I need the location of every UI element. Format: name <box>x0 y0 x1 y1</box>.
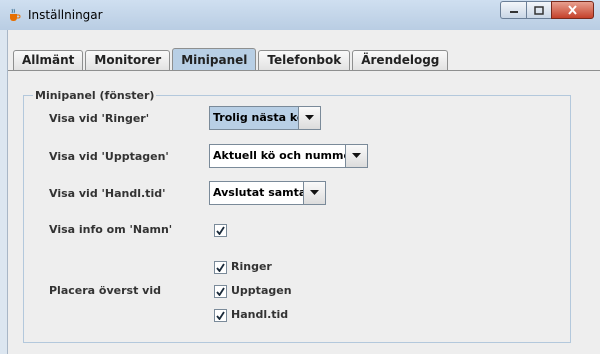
check-icon <box>216 287 225 296</box>
group-title: Minipanel (fönster) <box>33 89 157 102</box>
dropdown-arrow[interactable] <box>345 145 367 167</box>
checkbox-handltid-label[interactable]: Handl.tid <box>231 308 288 321</box>
dialog-body: Allmänt Monitorer Minipanel Telefonbok Ä… <box>7 30 600 354</box>
checkbox-upptagen[interactable] <box>214 285 227 298</box>
label-info-namn: Visa info om 'Namn' <box>49 223 173 236</box>
select-ringer[interactable]: Trolig nästa kö <box>209 106 321 130</box>
close-icon <box>568 5 577 15</box>
checkbox-ringer-label[interactable]: Ringer <box>231 260 272 273</box>
dropdown-arrow[interactable] <box>303 182 325 204</box>
checkbox-ringer[interactable] <box>214 261 227 274</box>
check-icon <box>216 263 225 272</box>
label-ringer: Visa vid 'Ringer' <box>49 112 150 125</box>
select-upptagen-value: Aktuell kö och nummer <box>213 149 345 162</box>
tab-arendelogg[interactable]: Ärendelogg <box>352 50 449 70</box>
title-bar: Inställningar <box>0 0 600 30</box>
chevron-down-icon <box>305 115 314 120</box>
group-minipanel <box>23 95 571 343</box>
select-ringer-value: Trolig nästa kö <box>210 107 298 129</box>
tab-panel-minipanel: Minipanel (fönster) Visa vid 'Ringer' Tr… <box>9 71 600 354</box>
java-cup-icon <box>10 8 21 21</box>
chevron-down-icon <box>352 153 361 158</box>
window-title: Inställningar <box>28 8 103 22</box>
select-handltid[interactable]: Avslutat samtal <box>209 181 326 205</box>
dropdown-arrow[interactable] <box>298 107 320 129</box>
label-placera: Placera överst vid <box>49 284 161 297</box>
tab-monitorer[interactable]: Monitorer <box>85 50 171 70</box>
maximize-button[interactable] <box>526 1 551 19</box>
label-upptagen: Visa vid 'Upptagen' <box>49 150 169 163</box>
select-upptagen[interactable]: Aktuell kö och nummer <box>209 144 368 168</box>
window-controls <box>500 1 594 20</box>
minimize-icon <box>509 11 518 13</box>
tab-allmant[interactable]: Allmänt <box>13 50 84 70</box>
checkbox-info-namn[interactable] <box>214 224 227 237</box>
label-handltid: Visa vid 'Handl.tid' <box>49 187 166 200</box>
select-handltid-value: Avslutat samtal <box>213 186 303 199</box>
close-button[interactable] <box>551 1 594 19</box>
minimize-button[interactable] <box>500 1 526 19</box>
tab-minipanel[interactable]: Minipanel <box>172 48 257 70</box>
chevron-down-icon <box>310 190 319 195</box>
check-icon <box>216 226 225 235</box>
checkbox-handltid[interactable] <box>214 309 227 322</box>
tab-telefonbok[interactable]: Telefonbok <box>258 50 351 70</box>
check-icon <box>216 311 225 320</box>
maximize-icon <box>534 5 544 15</box>
checkbox-upptagen-label[interactable]: Upptagen <box>231 284 292 297</box>
tab-strip: Allmänt Monitorer Minipanel Telefonbok Ä… <box>13 48 450 71</box>
